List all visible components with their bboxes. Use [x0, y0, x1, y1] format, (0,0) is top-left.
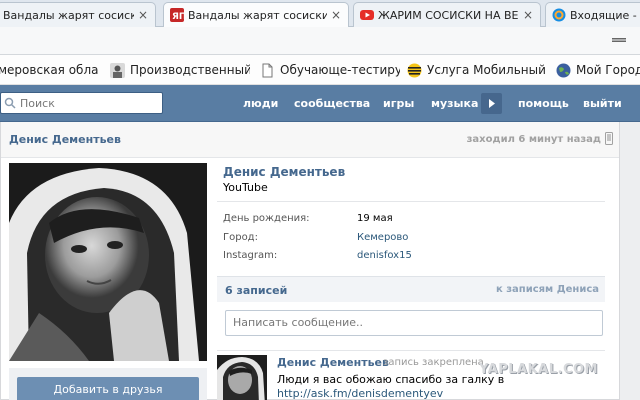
divider: [217, 350, 605, 351]
page-icon: [262, 63, 273, 77]
browser-tab-3[interactable]: ЖАРИМ СОСИСКИ НА ВЕ ×: [353, 2, 541, 27]
bookmark-item[interactable]: меровская област: [0, 62, 98, 78]
info-value-link[interactable]: denisfox15: [357, 250, 557, 261]
music-play-button[interactable]: [481, 93, 502, 114]
bookmark-item[interactable]: Услуга Мобильный п: [407, 62, 547, 78]
globe-icon: [556, 63, 571, 77]
search-icon: [4, 97, 16, 109]
nav-logout[interactable]: выйти: [583, 85, 622, 122]
profile-status: YouTube: [223, 181, 268, 194]
close-icon[interactable]: ×: [330, 8, 342, 22]
bookmark-label: Обучающе-тестирующ: [280, 63, 400, 77]
nav-help[interactable]: помощь: [518, 85, 569, 122]
profile-card: Денис Дементьев заходил 6 минут назад До…: [0, 122, 620, 400]
close-icon[interactable]: ×: [522, 8, 534, 22]
add-friend-button[interactable]: Добавить в друзья: [17, 377, 199, 400]
browser-tab-strip: Вандалы жарят сосиски в × ЯП Вандалы жар…: [0, 0, 640, 27]
post-author-avatar[interactable]: [217, 355, 267, 400]
page-margin: [621, 122, 640, 400]
profile-photo-image: [9, 163, 207, 361]
info-value-link[interactable]: Кемерово: [357, 232, 557, 243]
browser-tab-4[interactable]: Входящие -: [545, 2, 640, 27]
mobile-phone-icon: [605, 132, 613, 145]
post-text: Люди я вас обожаю спасибо за галку в: [277, 373, 505, 386]
profile-name-bar: Денис Дементьев заходил 6 минут назад: [1, 122, 619, 158]
browser-tab-2[interactable]: ЯП Вандалы жарят сосиски в ×: [163, 2, 349, 27]
avatar-icon: [110, 62, 125, 78]
watermark: YAPLAKAL.COM: [479, 362, 598, 377]
play-icon: [489, 99, 495, 108]
nav-music[interactable]: музыка: [431, 85, 478, 122]
info-label: День рождения:: [223, 213, 310, 224]
vk-top-bar: Поиск люди сообщества игры музыка помощь…: [0, 85, 640, 122]
yaplakal-favicon: ЯП: [170, 8, 184, 22]
tab-title: ЖАРИМ СОСИСКИ НА ВЕ: [378, 8, 519, 22]
info-label: Город:: [223, 232, 258, 243]
bookmark-item[interactable]: Мой Город: [556, 62, 640, 78]
bookmarks-bar: меровская област Производственный к Обуч…: [0, 55, 640, 85]
bookmark-label: Производственный к: [130, 63, 250, 77]
profile-name-header: Денис Дементьев: [9, 133, 121, 146]
wall-compose-input[interactable]: Написать сообщение..: [225, 310, 603, 336]
last-seen: заходил 6 минут назад: [466, 134, 601, 145]
beeline-icon: [407, 63, 422, 77]
tab-title: Вандалы жарят сосиски в: [188, 8, 327, 22]
divider: [217, 201, 605, 202]
post-pinned-note: запись закреплена: [383, 357, 484, 368]
to-posts-link[interactable]: к записям Дениса: [496, 284, 599, 295]
info-label: Instagram:: [223, 250, 278, 261]
info-value: 19 мая: [357, 213, 393, 224]
profile-name: Денис Дементьев: [223, 165, 346, 179]
nav-communities[interactable]: сообщества: [294, 85, 370, 122]
page-body: Денис Дементьев заходил 6 минут назад До…: [0, 122, 640, 400]
wall-post-count[interactable]: 6 записей: [225, 284, 287, 297]
mail-favicon: [552, 8, 566, 22]
wall-header: 6 записей к записям Дениса: [217, 276, 605, 302]
search-placeholder: Поиск: [20, 96, 55, 110]
search-input[interactable]: Поиск: [0, 92, 163, 114]
profile-photo[interactable]: [9, 163, 207, 361]
address-bar[interactable]: [0, 27, 640, 55]
menu-icon[interactable]: [612, 38, 626, 42]
tab-title: Входящие -: [570, 8, 637, 22]
bookmark-item[interactable]: Обучающе-тестирующ: [260, 62, 400, 78]
post-author-avatar-image: [217, 355, 267, 400]
youtube-favicon: [360, 10, 374, 20]
tab-title: Вандалы жарят сосиски в: [3, 8, 134, 22]
svg-text:ЯП: ЯП: [172, 12, 184, 22]
nav-people[interactable]: люди: [243, 85, 278, 122]
bookmark-item[interactable]: Производственный к: [110, 62, 250, 78]
bookmark-label: меровская област: [0, 63, 98, 77]
browser-tab-1[interactable]: Вандалы жарят сосиски в ×: [0, 2, 156, 27]
bookmark-label: Услуга Мобильный п: [427, 63, 547, 77]
nav-games[interactable]: игры: [383, 85, 414, 122]
post-author[interactable]: Денис Дементьев: [277, 356, 389, 369]
close-icon[interactable]: ×: [137, 8, 149, 22]
post-link[interactable]: http://ask.fm/denisdementyev: [277, 387, 443, 400]
bookmark-label: Мой Город: [576, 63, 640, 77]
